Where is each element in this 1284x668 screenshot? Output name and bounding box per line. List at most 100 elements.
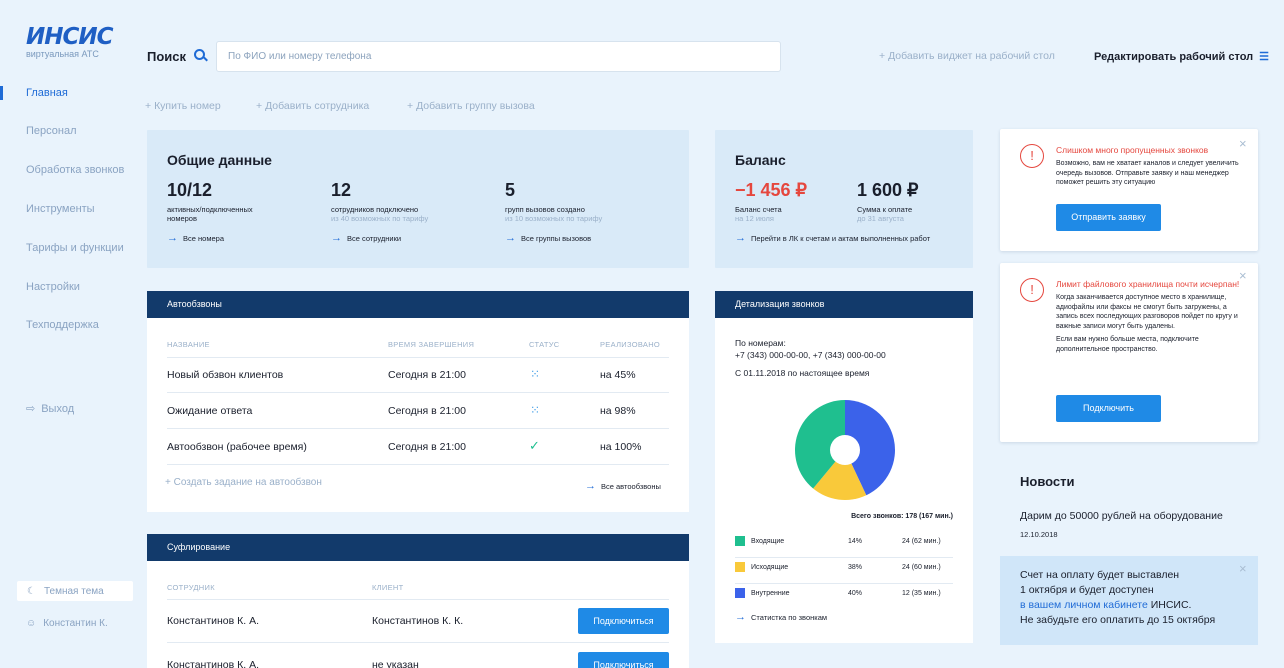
due-label: Сумма к оплате	[857, 205, 913, 214]
employee-name: Константинов К. А.	[167, 615, 260, 627]
numbers-info: По номерам: +7 (343) 000-00-00, +7 (343)…	[735, 337, 886, 379]
add-widget-link[interactable]: + Добавить виджет на рабочий стол	[879, 50, 1055, 62]
legend-calls: 12 (35 мин.)	[902, 590, 941, 597]
logo[interactable]: ИНСИС виртуальная АТС	[26, 24, 116, 60]
general-title: Общие данные	[167, 152, 272, 168]
alert-body: Лимит файлового хранилища почти исчерпан…	[1056, 278, 1242, 354]
logout-link[interactable]: ⇨ Выход	[26, 402, 74, 415]
call-stats-label: Статистка по звонкам	[751, 613, 828, 622]
client-name: не указан	[372, 659, 419, 668]
account-sub: на 12 июля	[735, 214, 774, 223]
close-icon[interactable]: ×	[1239, 561, 1247, 576]
task-time: Сегодня в 21:00	[388, 405, 466, 417]
warning-icon: !	[1020, 144, 1044, 168]
billing-link-label: Перейти в ЛК к счетам и актам выполненны…	[751, 234, 931, 243]
warning-icon: !	[1020, 278, 1044, 302]
call-stats-link[interactable]: → Статистка по звонкам	[735, 611, 827, 623]
prompting-header: Суфлирование	[147, 534, 689, 561]
legend-calls: 24 (60 мин.)	[902, 564, 941, 571]
col-name: Название	[167, 340, 210, 349]
connect-storage-button[interactable]: Подключить	[1056, 395, 1161, 422]
stat-numbers: 10/12 активных/подключенных номеров	[167, 180, 297, 223]
buy-number-link[interactable]: + Купить номер	[145, 100, 221, 112]
legend-row: Внутренние 40% 12 (35 мин.)	[735, 587, 953, 610]
col-status: Статус	[529, 340, 560, 349]
amount-due: 1 600 ₽ Сумма к оплате до 31 августа	[857, 180, 919, 223]
sidebar-item-settings[interactable]: Настройки	[26, 281, 80, 293]
alert-text: Когда заканчивается доступное место в хр…	[1056, 294, 1238, 330]
billing-link[interactable]: → Перейти в ЛК к счетам и актам выполненн…	[735, 232, 930, 244]
legend-percent: 40%	[848, 590, 863, 597]
plus-icon: +	[256, 100, 266, 112]
alert-title: Лимит файлового хранилища почти исчерпан…	[1056, 279, 1240, 289]
plus-icon: +	[165, 477, 174, 488]
all-employees-link[interactable]: → Все сотрудники	[331, 232, 401, 244]
theme-label: Темная тема	[43, 586, 104, 597]
edit-desktop-label: Редактировать рабочий стол	[1094, 51, 1254, 63]
legend-name: Входящие	[751, 538, 785, 545]
legend-swatch	[735, 562, 745, 572]
news-date: 12.10.2018	[1020, 530, 1058, 539]
storage-alert: ! × Лимит файлового хранилища почти исче…	[1000, 263, 1258, 442]
task-time: Сегодня в 21:00	[388, 441, 466, 453]
sidebar-item-staff[interactable]: Персонал	[26, 125, 77, 137]
notice-line: 1 октября и будет доступен	[1020, 584, 1154, 596]
legend-swatch	[735, 536, 745, 546]
news-item[interactable]: Дарим до 50000 рублей на оборудование	[1020, 510, 1223, 522]
legend-percent: 14%	[848, 538, 863, 545]
chart-legend: Входящие 14% 24 (62 мин.) Исходящие 38% …	[735, 535, 953, 610]
task-time: Сегодня в 21:00	[388, 369, 466, 381]
send-request-button[interactable]: Отправить заявку	[1056, 204, 1161, 231]
due-sub: до 31 августа	[857, 214, 904, 223]
sidebar-item-tools[interactable]: Инструменты	[26, 203, 95, 215]
all-numbers-link[interactable]: → Все номера	[167, 232, 224, 244]
stat-groups: 5 групп вызовов создано из 10 возможных …	[505, 180, 655, 223]
arrow-right-icon: →	[735, 232, 746, 244]
stat-sub: из 10 возможных по тарифу	[505, 214, 603, 223]
legend-name: Внутренние	[751, 590, 790, 597]
table-row[interactable]: Автообзвон (рабочее время) Сегодня в 21:…	[167, 429, 669, 465]
sidebar-item-tariffs[interactable]: Тарифы и функции	[26, 242, 124, 254]
sidebar-item-support[interactable]: Техподдержка	[26, 319, 99, 331]
notice-line: Счет на оплату будет выставлен	[1020, 569, 1180, 581]
sidebar-item-home[interactable]: Главная	[26, 87, 68, 99]
arrow-right-icon: →	[167, 232, 178, 244]
cabinet-link[interactable]: в вашем личном кабинете	[1020, 599, 1148, 611]
theme-toggle[interactable]: ☾ Темная тема	[17, 581, 133, 601]
search-icon[interactable]	[194, 49, 205, 60]
missed-calls-alert: ! × Слишком много пропущенных звонков Во…	[1000, 129, 1258, 251]
create-autodial-label: Создать задание на автообзвон	[173, 477, 322, 488]
arrow-right-icon: →	[505, 232, 516, 244]
user-name: Константин К.	[43, 618, 108, 629]
user-profile[interactable]: ☺ Константин К.	[26, 618, 108, 629]
table-row[interactable]: Новый обзвон клиентов Сегодня в 21:00 ⁙ …	[167, 357, 669, 393]
connect-button[interactable]: Подключиться	[578, 608, 669, 634]
table-row[interactable]: Ожидание ответа Сегодня в 21:00 ⁙ на 98%	[167, 393, 669, 429]
donut-hole	[830, 435, 860, 465]
col-client: Клиент	[372, 583, 404, 592]
search-input[interactable]	[216, 41, 781, 72]
notice-line: Не забудьте его оплатить до 15 октября	[1020, 614, 1216, 626]
sidebar-item-call-processing[interactable]: Обработка звонков	[26, 164, 124, 176]
edit-desktop-link[interactable]: Редактировать рабочий стол ☰	[1094, 50, 1269, 63]
moon-icon: ☾	[27, 586, 36, 597]
all-groups-link[interactable]: → Все группы вызовов	[505, 232, 591, 244]
task-name: Автообзвон (рабочее время)	[167, 441, 307, 453]
arrow-right-icon: →	[735, 611, 746, 623]
general-data-card: Общие данные 10/12 активных/подключенных…	[147, 130, 689, 268]
stat-label: групп вызовов создано	[505, 205, 585, 214]
add-employee-link[interactable]: + Добавить сотрудника	[256, 100, 369, 112]
all-autodials-link[interactable]: → Все автообзвоны	[585, 480, 661, 492]
legend-swatch	[735, 588, 745, 598]
logout-label: Выход	[41, 403, 75, 415]
alert-text: Возможно, вам не хватает каналов и следу…	[1056, 160, 1239, 186]
create-autodial-link[interactable]: + Создать задание на автообзвон	[165, 477, 322, 488]
connect-button[interactable]: Подключиться	[578, 652, 669, 668]
user-icon: ☺	[26, 618, 37, 629]
active-indicator	[0, 86, 3, 100]
spinner-icon: ⁙	[530, 403, 541, 417]
logo-mark: ИНСИС	[26, 24, 114, 50]
stat-value: 5	[505, 180, 516, 200]
buy-number-label: Купить номер	[154, 100, 221, 112]
add-call-group-link[interactable]: + Добавить группу вызова	[407, 100, 535, 112]
